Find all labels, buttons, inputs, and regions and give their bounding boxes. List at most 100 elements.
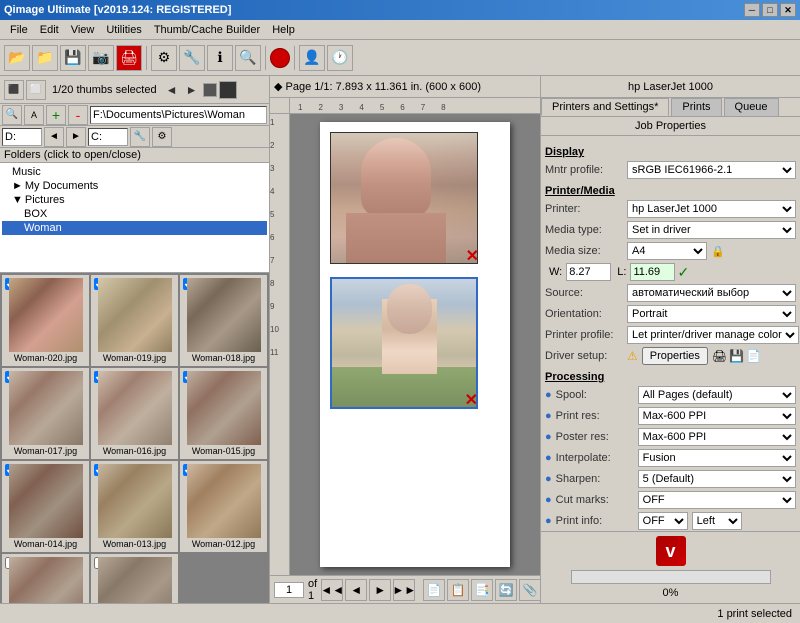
- new-page-button[interactable]: 📄: [423, 579, 445, 601]
- thumb-cell-1[interactable]: Woman-019.jpg: [91, 275, 178, 366]
- print-image-top[interactable]: ✕: [330, 132, 478, 264]
- close-button[interactable]: ✕: [780, 3, 796, 17]
- folder-pictures[interactable]: ▼ Pictures: [2, 193, 267, 207]
- tab-queue[interactable]: Queue: [724, 98, 779, 116]
- menu-utilities[interactable]: Utilities: [100, 22, 147, 38]
- path-zoom-button[interactable]: 🔍: [2, 105, 22, 125]
- properties-button[interactable]: Properties: [642, 347, 708, 365]
- drive-settings-button[interactable]: ⚙: [152, 127, 172, 147]
- select-all-button[interactable]: ⬛: [4, 80, 24, 100]
- page-number-input[interactable]: 1: [274, 582, 304, 598]
- thumb-cell-5[interactable]: Woman-015.jpg: [180, 368, 267, 459]
- menu-edit[interactable]: Edit: [34, 22, 65, 38]
- drive-d-input[interactable]: [2, 128, 42, 146]
- nav-next-button[interactable]: ►: [369, 579, 391, 601]
- canvas-scroll-area[interactable]: ✕ ✕: [290, 114, 540, 575]
- maximize-button[interactable]: □: [762, 3, 778, 17]
- orientation-label: Orientation:: [545, 308, 625, 320]
- thumb-cell-10[interactable]: Woman-010.jpg: [91, 554, 178, 603]
- copy-button[interactable]: 📑: [471, 579, 493, 601]
- save-button[interactable]: 💾: [60, 45, 86, 71]
- figure-body-top: [346, 213, 446, 263]
- duplicate-button[interactable]: 📋: [447, 579, 469, 601]
- path-input[interactable]: [90, 106, 267, 124]
- thumb-cell-0[interactable]: Woman-020.jpg: [2, 275, 89, 366]
- mntr-profile-select[interactable]: sRGB IEC61966-2.1: [627, 161, 796, 179]
- drive-wrench-button[interactable]: 🔧: [130, 127, 150, 147]
- tools-button[interactable]: 🔧: [179, 45, 205, 71]
- close-bottom-image[interactable]: ✕: [465, 393, 478, 409]
- print-info-select[interactable]: OFF: [638, 512, 688, 530]
- menu-view[interactable]: View: [65, 22, 101, 38]
- thumb-cell-9[interactable]: Woman-011.jpg: [2, 554, 89, 603]
- folder-box[interactable]: BOX: [2, 207, 267, 221]
- zoom-button[interactable]: 🔍: [235, 45, 261, 71]
- folder-button[interactable]: 📁: [32, 45, 58, 71]
- profile-button[interactable]: 👤: [299, 45, 325, 71]
- drive-back-button[interactable]: ◄: [44, 127, 64, 147]
- ruler-corner: [270, 98, 290, 114]
- media-size-select[interactable]: A4: [627, 242, 707, 260]
- path-add-button[interactable]: +: [46, 105, 66, 125]
- folder-woman[interactable]: Woman: [2, 221, 267, 235]
- thumb-size-small[interactable]: [203, 83, 217, 97]
- thumb-cell-2[interactable]: Woman-018.jpg: [180, 275, 267, 366]
- tab-prints[interactable]: Prints: [671, 98, 721, 116]
- width-input[interactable]: [566, 263, 611, 281]
- thumb-cell-4[interactable]: Woman-016.jpg: [91, 368, 178, 459]
- app-title: Qimage Ultimate [v2019.124: REGISTERED]: [4, 4, 231, 16]
- nav-prev-button[interactable]: ◄: [345, 579, 367, 601]
- poster-res-select[interactable]: Max-600 PPI: [638, 428, 796, 446]
- print-v-button[interactable]: v: [656, 536, 686, 566]
- sharpen-select[interactable]: 5 (Default): [638, 470, 796, 488]
- camera-button[interactable]: 📷: [88, 45, 114, 71]
- menu-thumb-cache[interactable]: Thumb/Cache Builder: [148, 22, 266, 38]
- print-button[interactable]: 🖨: [116, 45, 142, 71]
- media-type-select[interactable]: Set in driver: [627, 221, 796, 239]
- thumb-cell-6[interactable]: Woman-014.jpg: [2, 461, 89, 552]
- drive-c-input[interactable]: [88, 128, 128, 146]
- folder-music[interactable]: Music: [2, 165, 267, 179]
- menu-file[interactable]: File: [4, 22, 34, 38]
- orientation-select[interactable]: Portrait: [627, 305, 796, 323]
- printer-select[interactable]: hp LaserJet 1000: [627, 200, 796, 218]
- tab-printers-settings[interactable]: Printers and Settings*: [541, 98, 669, 116]
- thumb-cell-8[interactable]: Woman-012.jpg: [180, 461, 267, 552]
- menu-help[interactable]: Help: [266, 22, 301, 38]
- folder-arrow-pictures: ▼: [12, 194, 23, 206]
- source-select[interactable]: автоматический выбор: [627, 284, 796, 302]
- drive-forward-button[interactable]: ►: [66, 127, 86, 147]
- path-alpha-button[interactable]: A: [24, 105, 44, 125]
- cut-marks-select[interactable]: OFF: [638, 491, 796, 509]
- nav-left-button[interactable]: ◄: [163, 81, 181, 99]
- thumb-cell-7[interactable]: Woman-013.jpg: [91, 461, 178, 552]
- attach-button[interactable]: 📎: [519, 579, 540, 601]
- spool-select[interactable]: All Pages (default): [638, 386, 796, 404]
- folder-my-documents[interactable]: ► My Documents: [2, 179, 267, 193]
- thumb-size-large[interactable]: [219, 81, 237, 99]
- print-res-select[interactable]: Max-600 PPI: [638, 407, 796, 425]
- print-image-bottom[interactable]: ✕: [330, 277, 478, 409]
- info-button[interactable]: ℹ: [207, 45, 233, 71]
- nav-last-button[interactable]: ►►: [393, 579, 415, 601]
- deselect-button[interactable]: ⬜: [26, 80, 46, 100]
- open-button[interactable]: 📂: [4, 45, 30, 71]
- thumb-label-5: Woman-015.jpg: [192, 446, 255, 456]
- thumb-cell-3[interactable]: Woman-017.jpg: [2, 368, 89, 459]
- color-red[interactable]: [270, 48, 290, 68]
- printer-profile-row: Printer profile: Let printer/driver mana…: [545, 326, 796, 344]
- clock-button[interactable]: 🕐: [327, 45, 353, 71]
- close-top-image[interactable]: ✕: [466, 249, 479, 265]
- left-panel: ⬛ ⬜ 1/20 thumbs selected ◄ ► 🔍 A + - ◄ ►…: [0, 76, 270, 603]
- print-info-side-select[interactable]: Left: [692, 512, 742, 530]
- interpolate-select[interactable]: Fusion: [638, 449, 796, 467]
- path-remove-button[interactable]: -: [68, 105, 88, 125]
- length-input[interactable]: [630, 263, 675, 281]
- rotate-button[interactable]: 🔄: [495, 579, 517, 601]
- printer-profile-select[interactable]: Let printer/driver manage color: [627, 326, 799, 344]
- settings-button[interactable]: ⚙: [151, 45, 177, 71]
- minimize-button[interactable]: ─: [744, 3, 760, 17]
- nav-right-button[interactable]: ►: [183, 81, 201, 99]
- folder-tree[interactable]: Music ► My Documents ▼ Pictures BOX Woma…: [0, 163, 269, 273]
- nav-first-button[interactable]: ◄◄: [321, 579, 343, 601]
